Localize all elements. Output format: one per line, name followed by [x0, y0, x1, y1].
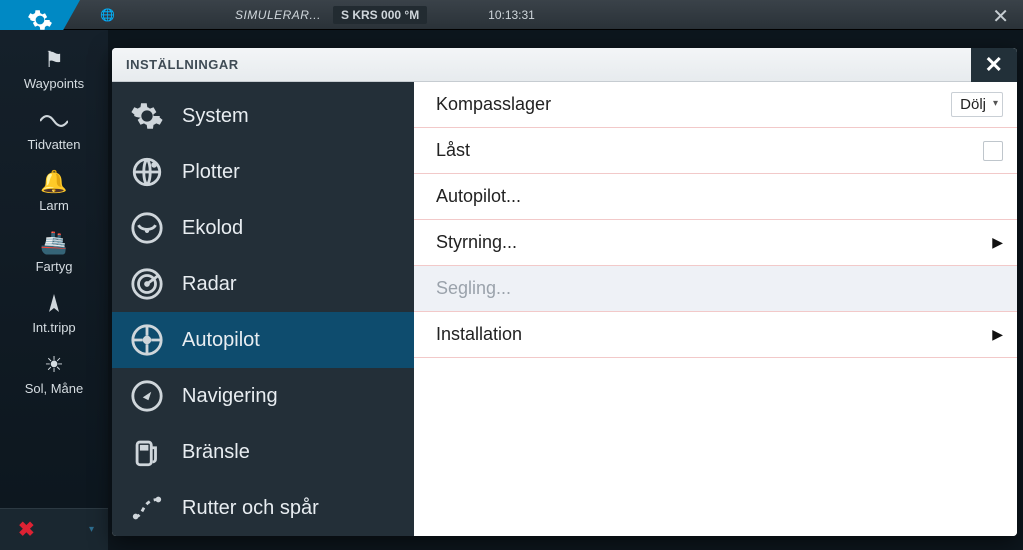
- cat-label: Radar: [182, 273, 236, 296]
- sim-label: SIMULERAR...: [235, 8, 321, 22]
- cat-autopilot[interactable]: Autopilot: [112, 312, 414, 368]
- sidebar-item-trip[interactable]: Int.tripp: [7, 286, 101, 343]
- cat-label: System: [182, 105, 249, 128]
- ship-icon: 🚢: [40, 231, 68, 255]
- route-icon: [128, 489, 166, 527]
- cat-label: Ekolod: [182, 217, 243, 240]
- sidebar-close[interactable]: ✖ ▾: [0, 508, 108, 550]
- row-sailing: Segling...: [414, 266, 1017, 312]
- compass-bearing-dropdown[interactable]: Dölj: [951, 92, 1003, 117]
- cat-label: Plotter: [182, 161, 240, 184]
- status-bar: 🌐 SIMULERAR... S KRS 000 °M 10:13:31 ✕: [0, 0, 1023, 30]
- dialog-header: INSTÄLLNINGAR ✕: [112, 48, 1017, 82]
- sidebar-label: Larm: [39, 198, 69, 213]
- sidebar-item-sunmoon[interactable]: ☀ Sol, Måne: [7, 347, 101, 404]
- collapse-icon: ▾: [89, 524, 94, 535]
- wheel-icon: [128, 321, 166, 359]
- row-label: Kompasslager: [436, 94, 551, 115]
- dialog-close-button[interactable]: ✕: [971, 48, 1017, 82]
- compass-tool-icon: [40, 292, 68, 316]
- cat-label: Bränsle: [182, 441, 250, 464]
- cat-plotter[interactable]: Plotter: [112, 144, 414, 200]
- locked-checkbox[interactable]: [983, 141, 1003, 161]
- row-installation[interactable]: Installation ▶: [414, 312, 1017, 358]
- sun-icon: ☀: [40, 353, 68, 377]
- cat-radar[interactable]: Radar: [112, 256, 414, 312]
- row-label: Styrning...: [436, 232, 517, 253]
- cat-system[interactable]: System: [112, 88, 414, 144]
- sidebar-label: Waypoints: [24, 76, 84, 91]
- dialog-title: INSTÄLLNINGAR: [126, 57, 239, 72]
- settings-dialog: INSTÄLLNINGAR ✕ System Plotter: [112, 48, 1017, 536]
- clock: 10:13:31: [488, 8, 535, 22]
- sidebar-label: Tidvatten: [28, 137, 81, 152]
- gear-icon: [128, 97, 166, 135]
- row-locked[interactable]: Låst: [414, 128, 1017, 174]
- sidebar-item-waypoints[interactable]: ⚑ Waypoints: [7, 42, 101, 99]
- row-label: Installation: [436, 324, 522, 345]
- wave-icon: [40, 109, 68, 133]
- cat-label: Autopilot: [182, 329, 260, 352]
- row-label: Segling...: [436, 278, 511, 299]
- sidebar-label: Fartyg: [36, 259, 73, 274]
- sidebar-label: Sol, Måne: [25, 381, 84, 396]
- globe-marker-icon: [128, 153, 166, 191]
- cat-label: Rutter och spår: [182, 497, 319, 520]
- chevron-right-icon: ▶: [992, 326, 1003, 343]
- detail-panel: Kompasslager Dölj Låst Autopilot... Styr…: [414, 82, 1017, 536]
- fuel-icon: [128, 433, 166, 471]
- sonar-icon: [128, 209, 166, 247]
- close-x-icon: ✖: [18, 517, 35, 542]
- flag-icon: ⚑: [40, 48, 68, 72]
- chevron-right-icon: ▶: [992, 234, 1003, 251]
- sidebar-item-alarm[interactable]: 🔔 Larm: [7, 164, 101, 221]
- cat-routes[interactable]: Rutter och spår: [112, 480, 414, 536]
- row-autopilot[interactable]: Autopilot...: [414, 174, 1017, 220]
- category-list: System Plotter Ekolod: [112, 82, 414, 536]
- row-steering[interactable]: Styrning... ▶: [414, 220, 1017, 266]
- cat-navigation[interactable]: Navigering: [112, 368, 414, 424]
- cat-sonar[interactable]: Ekolod: [112, 200, 414, 256]
- compass-icon: [128, 377, 166, 415]
- row-label: Autopilot...: [436, 186, 521, 207]
- tool-sidebar: ⚑ Waypoints Tidvatten 🔔 Larm 🚢 Fartyg In…: [0, 30, 108, 550]
- globe-icon: 🌐: [100, 8, 115, 22]
- sidebar-item-vessels[interactable]: 🚢 Fartyg: [7, 225, 101, 282]
- cat-label: Navigering: [182, 385, 278, 408]
- radar-icon: [128, 265, 166, 303]
- close-icon[interactable]: ✕: [992, 4, 1009, 29]
- row-compass-bearing[interactable]: Kompasslager Dölj: [414, 82, 1017, 128]
- row-label: Låst: [436, 140, 470, 161]
- bell-icon: 🔔: [40, 170, 68, 194]
- sidebar-label: Int.tripp: [32, 320, 75, 335]
- heading-readout: S KRS 000 °M: [333, 6, 427, 24]
- sidebar-item-tides[interactable]: Tidvatten: [7, 103, 101, 160]
- cat-fuel[interactable]: Bränsle: [112, 424, 414, 480]
